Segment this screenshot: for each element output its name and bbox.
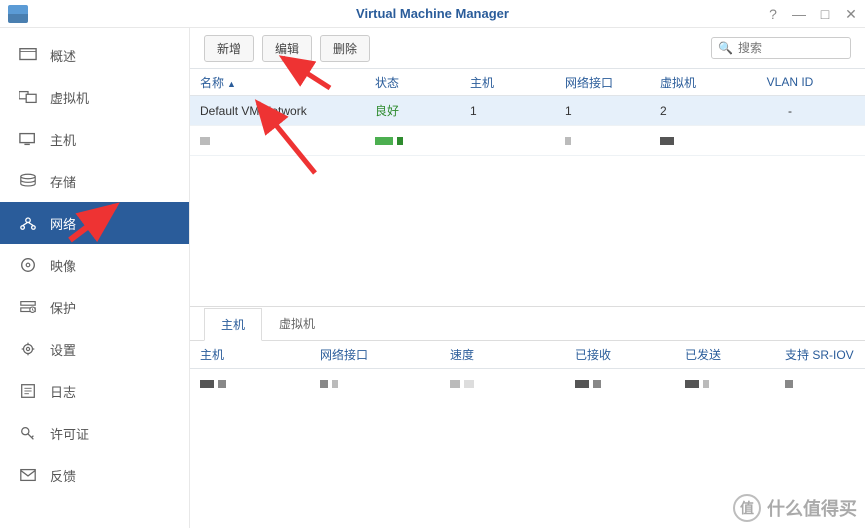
- cell-host: 1: [460, 104, 555, 118]
- col-header-iface[interactable]: 网络接口: [555, 74, 650, 91]
- sidebar-item-license[interactable]: 许可证: [0, 412, 189, 454]
- detail-tabs: 主机 虚拟机: [190, 307, 865, 341]
- image-icon: [18, 257, 38, 273]
- license-icon: [18, 425, 38, 441]
- protection-icon: [18, 299, 38, 315]
- col-header-sriov[interactable]: 支持 SR-IOV: [775, 346, 865, 363]
- toolbar: 新增 编辑 删除 🔍: [190, 28, 865, 68]
- watermark-icon: 值: [733, 494, 761, 522]
- cell-vm: 2: [650, 104, 745, 118]
- col-header-speed[interactable]: 速度: [440, 346, 565, 363]
- sidebar-item-storage[interactable]: 存储: [0, 160, 189, 202]
- col-header-rx[interactable]: 已接收: [565, 346, 675, 363]
- col-header-iface[interactable]: 网络接口: [310, 346, 440, 363]
- sidebar-item-label: 虚拟机: [50, 88, 89, 107]
- title-bar: Virtual Machine Manager ? — □ ✕: [0, 0, 865, 28]
- sidebar-item-settings[interactable]: 设置: [0, 328, 189, 370]
- col-header-tx[interactable]: 已发送: [675, 346, 775, 363]
- table-row[interactable]: Default VM Network 良好 1 1 2 -: [190, 96, 865, 126]
- window-controls: ? — □ ✕: [765, 0, 859, 28]
- vm-icon: [18, 89, 38, 105]
- sidebar-item-label: 日志: [50, 382, 76, 401]
- cell-vlan: -: [745, 104, 835, 118]
- watermark-text: 什么值得买: [767, 495, 857, 521]
- sidebar-item-label: 主机: [50, 130, 76, 149]
- delete-button[interactable]: 删除: [320, 35, 370, 62]
- sidebar-item-label: 许可证: [50, 424, 89, 443]
- help-icon[interactable]: ?: [765, 6, 781, 22]
- cell-name: Default VM Network: [190, 104, 365, 118]
- close-icon[interactable]: ✕: [843, 6, 859, 23]
- sidebar-item-vm[interactable]: 虚拟机: [0, 76, 189, 118]
- search-box[interactable]: 🔍: [711, 37, 851, 59]
- watermark: 值 什么值得买: [733, 494, 857, 522]
- col-header-vlan[interactable]: VLAN ID: [745, 75, 835, 89]
- sidebar: 概述 虚拟机 主机 存储 网络 映像 保护 设置 日志 许可证 反馈: [0, 28, 190, 528]
- sidebar-item-protection[interactable]: 保护: [0, 286, 189, 328]
- sort-asc-icon: ▲: [227, 79, 236, 89]
- col-header-host[interactable]: 主机: [190, 346, 310, 363]
- col-header-name[interactable]: 名称▲: [190, 74, 365, 91]
- sidebar-item-label: 概述: [50, 46, 76, 65]
- sidebar-item-label: 设置: [50, 340, 76, 359]
- tab-vm[interactable]: 虚拟机: [262, 307, 332, 340]
- settings-icon: [18, 341, 38, 357]
- table-row[interactable]: [190, 126, 865, 156]
- log-icon: [18, 383, 38, 399]
- cell-iface: 1: [555, 104, 650, 118]
- sidebar-item-label: 存储: [50, 172, 76, 191]
- col-header-vm[interactable]: 虚拟机: [650, 74, 745, 91]
- host-icon: [18, 131, 38, 147]
- feedback-icon: [18, 467, 38, 483]
- network-table-header: 名称▲ 状态 主机 网络接口 虚拟机 VLAN ID: [190, 68, 865, 96]
- minimize-icon[interactable]: —: [791, 6, 807, 22]
- edit-button[interactable]: 编辑: [262, 35, 312, 62]
- sidebar-item-image[interactable]: 映像: [0, 244, 189, 286]
- cell-status: 良好: [365, 102, 460, 119]
- sidebar-item-label: 反馈: [50, 466, 76, 485]
- sidebar-item-label: 映像: [50, 256, 76, 275]
- sidebar-item-label: 网络: [50, 214, 76, 233]
- sidebar-item-host[interactable]: 主机: [0, 118, 189, 160]
- table-row[interactable]: [190, 369, 865, 399]
- search-icon: 🔍: [718, 41, 733, 55]
- sidebar-item-log[interactable]: 日志: [0, 370, 189, 412]
- storage-icon: [18, 173, 38, 189]
- overview-icon: [18, 47, 38, 63]
- sidebar-item-feedback[interactable]: 反馈: [0, 454, 189, 496]
- network-icon: [18, 215, 38, 231]
- col-header-status[interactable]: 状态: [365, 74, 460, 91]
- maximize-icon[interactable]: □: [817, 6, 833, 22]
- col-header-host[interactable]: 主机: [460, 74, 555, 91]
- search-input[interactable]: [738, 41, 844, 55]
- window-title: Virtual Machine Manager: [0, 6, 865, 21]
- network-table-body: Default VM Network 良好 1 1 2 -: [190, 96, 865, 306]
- content-area: 新增 编辑 删除 🔍 名称▲ 状态 主机 网络接口 虚拟机 VLAN ID De…: [190, 28, 865, 528]
- detail-table-header: 主机 网络接口 速度 已接收 已发送 支持 SR-IOV: [190, 341, 865, 369]
- add-button[interactable]: 新增: [204, 35, 254, 62]
- sidebar-item-label: 保护: [50, 298, 76, 317]
- sidebar-item-network[interactable]: 网络: [0, 202, 189, 244]
- sidebar-item-overview[interactable]: 概述: [0, 34, 189, 76]
- tab-host[interactable]: 主机: [204, 308, 262, 341]
